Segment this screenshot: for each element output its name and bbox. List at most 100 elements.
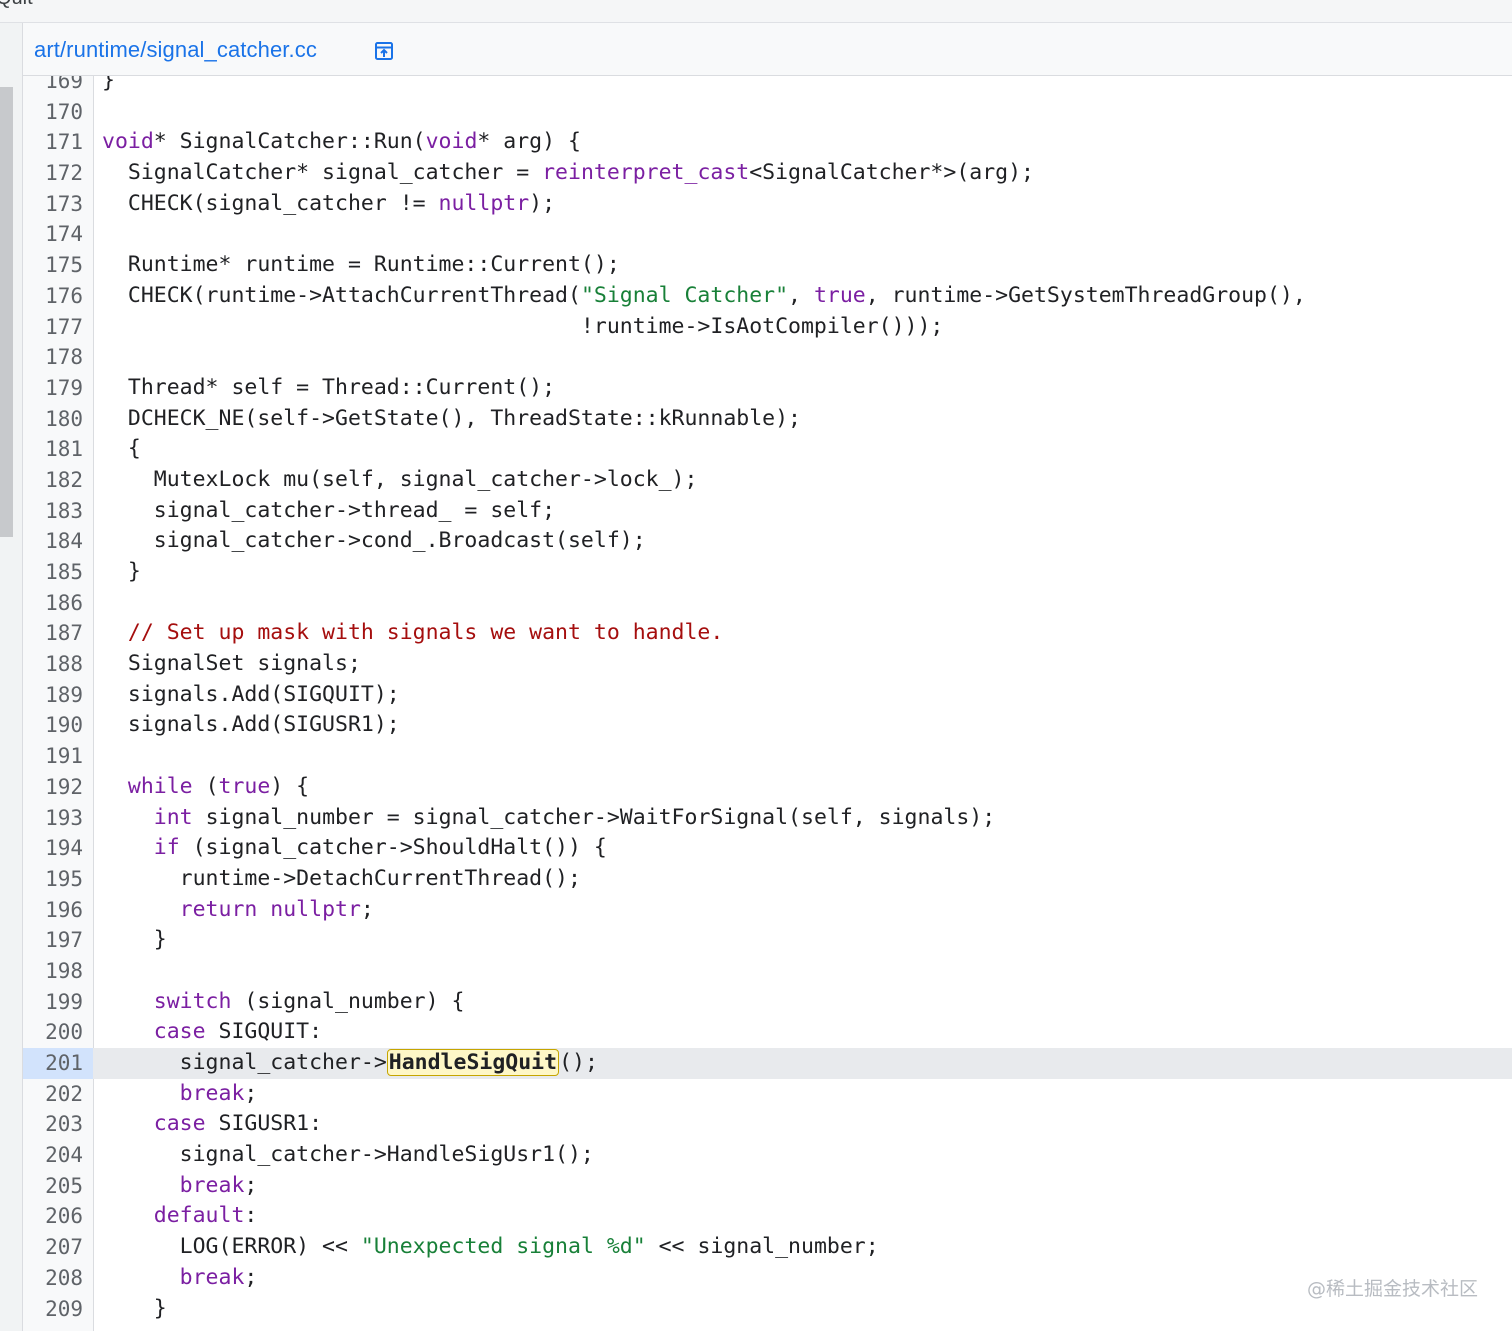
line-code: Thread* self = Thread::Current(); bbox=[102, 373, 555, 404]
line-number[interactable]: 206 bbox=[23, 1201, 93, 1232]
line-number[interactable]: 181 bbox=[23, 434, 93, 465]
line-code: return nullptr; bbox=[102, 895, 374, 926]
code-token: !runtime->IsAotCompiler())); bbox=[102, 313, 944, 339]
code-token: void bbox=[102, 129, 154, 155]
code-line: 203 case SIGUSR1: bbox=[23, 1109, 1512, 1140]
line-number[interactable]: 176 bbox=[23, 281, 93, 312]
line-code: void* SignalCatcher::Run(void* arg) { bbox=[102, 127, 581, 158]
line-number[interactable]: 172 bbox=[23, 158, 93, 189]
line-number[interactable]: 194 bbox=[23, 833, 93, 864]
code-token: SignalSet signals; bbox=[102, 651, 361, 677]
top-bar: Quit bbox=[0, 0, 1512, 23]
line-number[interactable]: 190 bbox=[23, 710, 93, 741]
code-token: "Unexpected signal %d" bbox=[360, 1234, 646, 1260]
line-number[interactable]: 205 bbox=[23, 1171, 93, 1202]
code-token: switch bbox=[153, 988, 232, 1014]
code-token: // Set up mask with signals we want to h… bbox=[127, 620, 724, 646]
file-path-link[interactable]: art/runtime/signal_catcher.cc bbox=[34, 37, 317, 63]
line-number[interactable]: 173 bbox=[23, 189, 93, 220]
line-code: LOG(ERROR) << "Unexpected signal %d" << … bbox=[102, 1232, 879, 1263]
line-number[interactable]: 199 bbox=[23, 987, 93, 1018]
line-number[interactable]: 189 bbox=[23, 680, 93, 711]
line-number[interactable]: 184 bbox=[23, 526, 93, 557]
code-line: 198 bbox=[23, 956, 1512, 987]
line-number[interactable]: 201 bbox=[23, 1048, 93, 1079]
line-number[interactable]: 208 bbox=[23, 1263, 93, 1294]
top-bar-label: Quit bbox=[0, 0, 33, 10]
line-number[interactable]: 196 bbox=[23, 895, 93, 926]
line-number[interactable]: 200 bbox=[23, 1017, 93, 1048]
code-token: LOG(ERROR) << bbox=[102, 1234, 361, 1260]
line-number[interactable]: 178 bbox=[23, 342, 93, 373]
code-token: break bbox=[179, 1080, 245, 1106]
line-number[interactable]: 209 bbox=[23, 1294, 93, 1325]
file-header: art/runtime/signal_catcher.cc bbox=[23, 23, 1512, 76]
line-number[interactable]: 191 bbox=[23, 741, 93, 772]
line-number[interactable]: 170 bbox=[23, 97, 93, 128]
line-number[interactable]: 207 bbox=[23, 1232, 93, 1263]
code-line: 184 signal_catcher->cond_.Broadcast(self… bbox=[23, 526, 1512, 557]
code-token: ; bbox=[244, 1080, 258, 1106]
line-number[interactable]: 171 bbox=[23, 127, 93, 158]
line-code: break; bbox=[102, 1263, 258, 1294]
line-code: signal_catcher->HandleSigUsr1(); bbox=[102, 1140, 594, 1171]
line-number[interactable]: 174 bbox=[23, 219, 93, 250]
line-number[interactable]: 177 bbox=[23, 312, 93, 343]
line-code: signal_catcher->HandleSigQuit(); bbox=[102, 1048, 598, 1079]
code-token: ; bbox=[360, 896, 374, 922]
code-token: ); bbox=[529, 190, 556, 216]
open-in-new-icon[interactable] bbox=[374, 41, 394, 61]
line-number[interactable]: 169 bbox=[23, 76, 93, 97]
line-code: } bbox=[102, 1294, 167, 1325]
symbol-reference[interactable]: HandleSigQuit bbox=[386, 1049, 560, 1076]
line-code: break; bbox=[102, 1079, 258, 1110]
code-line: 207 LOG(ERROR) << "Unexpected signal %d"… bbox=[23, 1232, 1512, 1263]
line-number[interactable]: 187 bbox=[23, 618, 93, 649]
line-number[interactable]: 175 bbox=[23, 250, 93, 281]
line-number[interactable]: 198 bbox=[23, 956, 93, 987]
line-number[interactable]: 179 bbox=[23, 373, 93, 404]
code-token: case bbox=[153, 1111, 206, 1137]
line-number[interactable]: 192 bbox=[23, 772, 93, 803]
line-number[interactable]: 188 bbox=[23, 649, 93, 680]
code-token: : bbox=[244, 1203, 258, 1229]
line-number[interactable]: 202 bbox=[23, 1079, 93, 1110]
code-token: (signal_catcher->ShouldHalt()) { bbox=[179, 835, 607, 861]
code-token: signals.Add(SIGQUIT); bbox=[102, 681, 400, 707]
line-number[interactable]: 183 bbox=[23, 496, 93, 527]
line-number[interactable]: 204 bbox=[23, 1140, 93, 1171]
code-token: MutexLock mu(self, signal_catcher->lock_… bbox=[102, 466, 698, 492]
line-number[interactable]: 185 bbox=[23, 557, 93, 588]
line-code: SignalSet signals; bbox=[102, 649, 361, 680]
line-number[interactable]: 180 bbox=[23, 404, 93, 435]
code-line: 196 return nullptr; bbox=[23, 895, 1512, 926]
code-line: 179 Thread* self = Thread::Current(); bbox=[23, 373, 1512, 404]
code-token: default bbox=[153, 1203, 245, 1229]
code-line: 186 bbox=[23, 588, 1512, 619]
line-code: { bbox=[102, 434, 141, 465]
code-token: Thread* self = Thread::Current(); bbox=[102, 374, 556, 400]
code-token: } bbox=[102, 559, 141, 584]
code-line: 199 switch (signal_number) { bbox=[23, 987, 1512, 1018]
line-code: signal_catcher->thread_ = self; bbox=[102, 496, 555, 527]
code-token: reinterpret_cast bbox=[542, 160, 750, 186]
line-code: CHECK(runtime->AttachCurrentThread("Sign… bbox=[102, 281, 1306, 312]
code-token: ( bbox=[192, 773, 219, 799]
code-token: if bbox=[153, 835, 180, 861]
line-number[interactable]: 193 bbox=[23, 803, 93, 834]
code-line: 189 signals.Add(SIGQUIT); bbox=[23, 680, 1512, 711]
line-number[interactable]: 197 bbox=[23, 925, 93, 956]
line-number[interactable]: 203 bbox=[23, 1109, 93, 1140]
code-token: (); bbox=[559, 1050, 598, 1075]
code-token: true bbox=[218, 773, 271, 799]
line-number[interactable]: 182 bbox=[23, 465, 93, 496]
line-number[interactable]: 186 bbox=[23, 588, 93, 619]
line-code: MutexLock mu(self, signal_catcher->lock_… bbox=[102, 465, 698, 496]
line-number[interactable]: 195 bbox=[23, 864, 93, 895]
left-scrollbar-thumb[interactable] bbox=[0, 87, 13, 537]
line-code: CHECK(signal_catcher != nullptr); bbox=[102, 189, 555, 220]
